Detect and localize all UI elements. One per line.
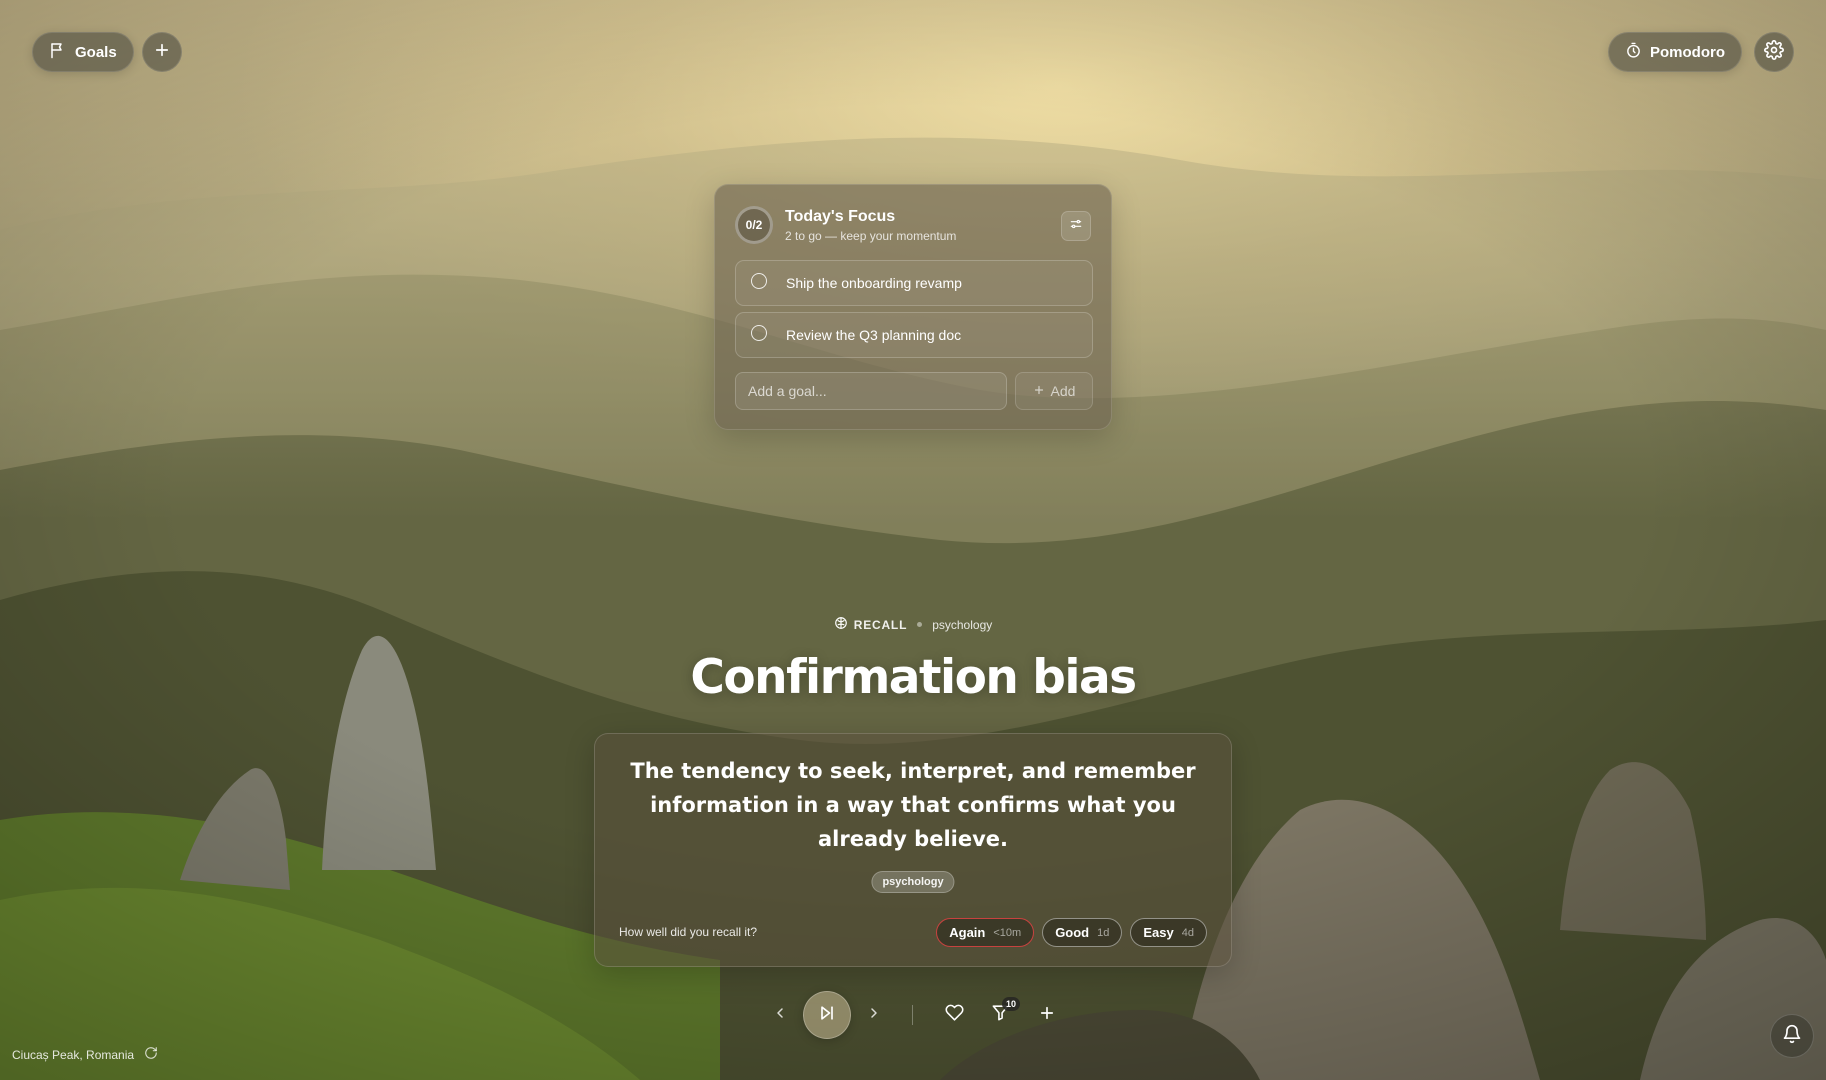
add-goal-button[interactable]: Add <box>1015 372 1093 410</box>
add-button[interactable] <box>142 32 182 72</box>
recall-category: psychology <box>932 617 993 632</box>
recall-card: The tendency to seek, interpret, and rem… <box>594 733 1232 967</box>
flag-icon <box>49 41 67 63</box>
rating-label: Again <box>949 925 986 940</box>
goal-checkbox[interactable] <box>751 273 767 289</box>
goal-item[interactable]: Review the Q3 planning doc <box>735 312 1093 358</box>
focus-subtitle: 2 to go — keep your momentum <box>785 228 957 243</box>
recall-mode: RECALL <box>834 616 907 633</box>
gear-icon <box>1764 39 1784 65</box>
favorite-button[interactable] <box>940 1001 968 1029</box>
rating-label: Good <box>1055 925 1090 940</box>
controls-divider <box>912 1005 913 1025</box>
rating-good-button[interactable]: Good 1d <box>1042 918 1123 947</box>
skip-forward-icon <box>817 1003 837 1028</box>
rating-again-button[interactable]: Again <10m <box>936 918 1035 947</box>
bell-icon <box>1782 1024 1802 1049</box>
add-goal-label: Add <box>1050 383 1076 399</box>
category-chip[interactable]: psychology <box>871 871 955 893</box>
rating-interval: <10m <box>993 926 1022 939</box>
heart-icon <box>944 1003 964 1027</box>
today-focus-card: 0/2 Today's Focus 2 to go — keep your mo… <box>714 184 1112 430</box>
recall-question: How well did you recall it? <box>619 925 758 939</box>
location-label: Ciucaș Peak, Romania <box>12 1047 135 1062</box>
term-title: Confirmation bias <box>690 650 1137 705</box>
skip-button[interactable] <box>803 991 851 1039</box>
sliders-icon <box>1069 217 1083 236</box>
rating-interval: 4d <box>1181 926 1194 939</box>
goal-label: Review the Q3 planning doc <box>786 327 962 343</box>
chevron-left-icon <box>772 1005 788 1026</box>
plus-icon <box>1038 1004 1056 1027</box>
settings-button[interactable] <box>1754 32 1794 72</box>
goals-button[interactable]: Goals <box>32 32 134 72</box>
pomodoro-button[interactable]: Pomodoro <box>1608 32 1742 72</box>
goal-label: Ship the onboarding revamp <box>786 275 962 291</box>
filter-button[interactable]: 10 <box>986 997 1020 1029</box>
recall-meta: RECALL psychology <box>0 616 1826 633</box>
previous-button[interactable] <box>768 1001 792 1029</box>
rating-group: Again <10m Good 1d Easy 4d <box>936 918 1207 947</box>
goal-checkbox[interactable] <box>751 325 767 341</box>
add-goal-input[interactable]: Add a goal... <box>735 372 1007 410</box>
rating-label: Easy <box>1143 925 1174 940</box>
timer-icon <box>1625 42 1642 63</box>
plus-icon <box>1033 383 1045 399</box>
refresh-icon[interactable] <box>144 1046 158 1063</box>
recall-mode-label: RECALL <box>853 617 908 632</box>
chevron-right-icon <box>866 1005 882 1026</box>
focus-settings-button[interactable] <box>1061 211 1091 241</box>
notifications-button[interactable] <box>1770 1014 1814 1058</box>
focus-title: Today's Focus <box>785 207 896 225</box>
rating-easy-button[interactable]: Easy 4d <box>1130 918 1207 947</box>
pomodoro-label: Pomodoro <box>1650 43 1725 61</box>
term-definition: The tendency to seek, interpret, and rem… <box>630 759 1196 851</box>
add-card-button[interactable] <box>1033 1001 1061 1029</box>
meta-separator <box>917 622 923 627</box>
plus-icon <box>153 41 171 64</box>
focus-progress-ring: 0/2 <box>735 206 773 244</box>
rating-interval: 1d <box>1097 926 1110 939</box>
filter-count-badge: 10 <box>1002 997 1020 1011</box>
photo-location: Ciucaș Peak, Romania <box>12 1046 158 1063</box>
next-button[interactable] <box>862 1001 886 1029</box>
goal-item[interactable]: Ship the onboarding revamp <box>735 260 1093 306</box>
goals-label: Goals <box>75 43 117 61</box>
brain-icon <box>834 616 848 633</box>
focus-header: 0/2 Today's Focus 2 to go — keep your mo… <box>735 205 1091 245</box>
